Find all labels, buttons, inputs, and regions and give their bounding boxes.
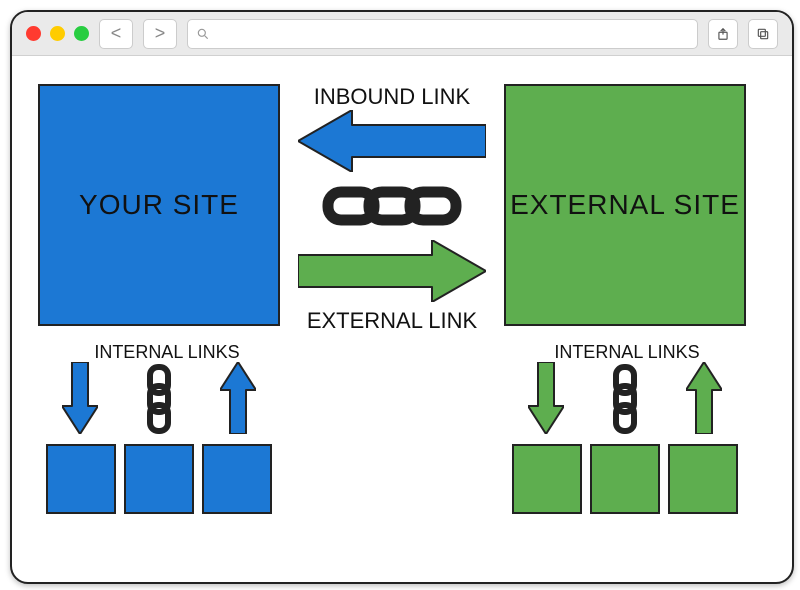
search-icon bbox=[196, 27, 210, 41]
zoom-icon[interactable] bbox=[74, 26, 89, 41]
external-link-label: EXTERNAL LINK bbox=[292, 308, 492, 334]
left-sub-box-2 bbox=[124, 444, 194, 514]
tabs-button[interactable] bbox=[748, 19, 778, 49]
forward-button[interactable]: > bbox=[143, 19, 177, 49]
left-chain-icon bbox=[144, 364, 174, 434]
left-down-arrow-icon bbox=[62, 362, 98, 434]
address-bar[interactable] bbox=[187, 19, 698, 49]
share-button[interactable] bbox=[708, 19, 738, 49]
left-sub-box-1 bbox=[46, 444, 116, 514]
right-internal-links-label: INTERNAL LINKS bbox=[552, 342, 702, 363]
chevron-right-icon: > bbox=[155, 23, 166, 44]
close-icon[interactable] bbox=[26, 26, 41, 41]
chevron-left-icon: < bbox=[111, 23, 122, 44]
minimize-icon[interactable] bbox=[50, 26, 65, 41]
right-chain-icon bbox=[610, 364, 640, 434]
external-arrow-icon bbox=[298, 240, 486, 302]
diagram-canvas: YOUR SITE EXTERNAL SITE INBOUND LINK EXT… bbox=[12, 56, 792, 582]
your-site-label: YOUR SITE bbox=[79, 189, 239, 221]
right-down-arrow-icon bbox=[528, 362, 564, 434]
left-internal-links-label: INTERNAL LINKS bbox=[92, 342, 242, 363]
titlebar: < > bbox=[12, 12, 792, 56]
external-site-box: EXTERNAL SITE bbox=[504, 84, 746, 326]
your-site-box: YOUR SITE bbox=[38, 84, 280, 326]
left-sub-box-3 bbox=[202, 444, 272, 514]
left-up-arrow-icon bbox=[220, 362, 256, 434]
tabs-icon bbox=[756, 27, 770, 41]
share-icon bbox=[716, 27, 730, 41]
chain-icon bbox=[322, 182, 462, 230]
right-up-arrow-icon bbox=[686, 362, 722, 434]
traffic-lights bbox=[26, 26, 89, 41]
right-sub-box-3 bbox=[668, 444, 738, 514]
right-sub-box-2 bbox=[590, 444, 660, 514]
external-site-label: EXTERNAL SITE bbox=[510, 189, 740, 221]
back-button[interactable]: < bbox=[99, 19, 133, 49]
inbound-link-label: INBOUND LINK bbox=[292, 84, 492, 110]
inbound-arrow-icon bbox=[298, 110, 486, 172]
browser-window: < > YOUR SITE EXTERNAL SITE INBOUND LINK… bbox=[10, 10, 794, 584]
right-sub-box-1 bbox=[512, 444, 582, 514]
